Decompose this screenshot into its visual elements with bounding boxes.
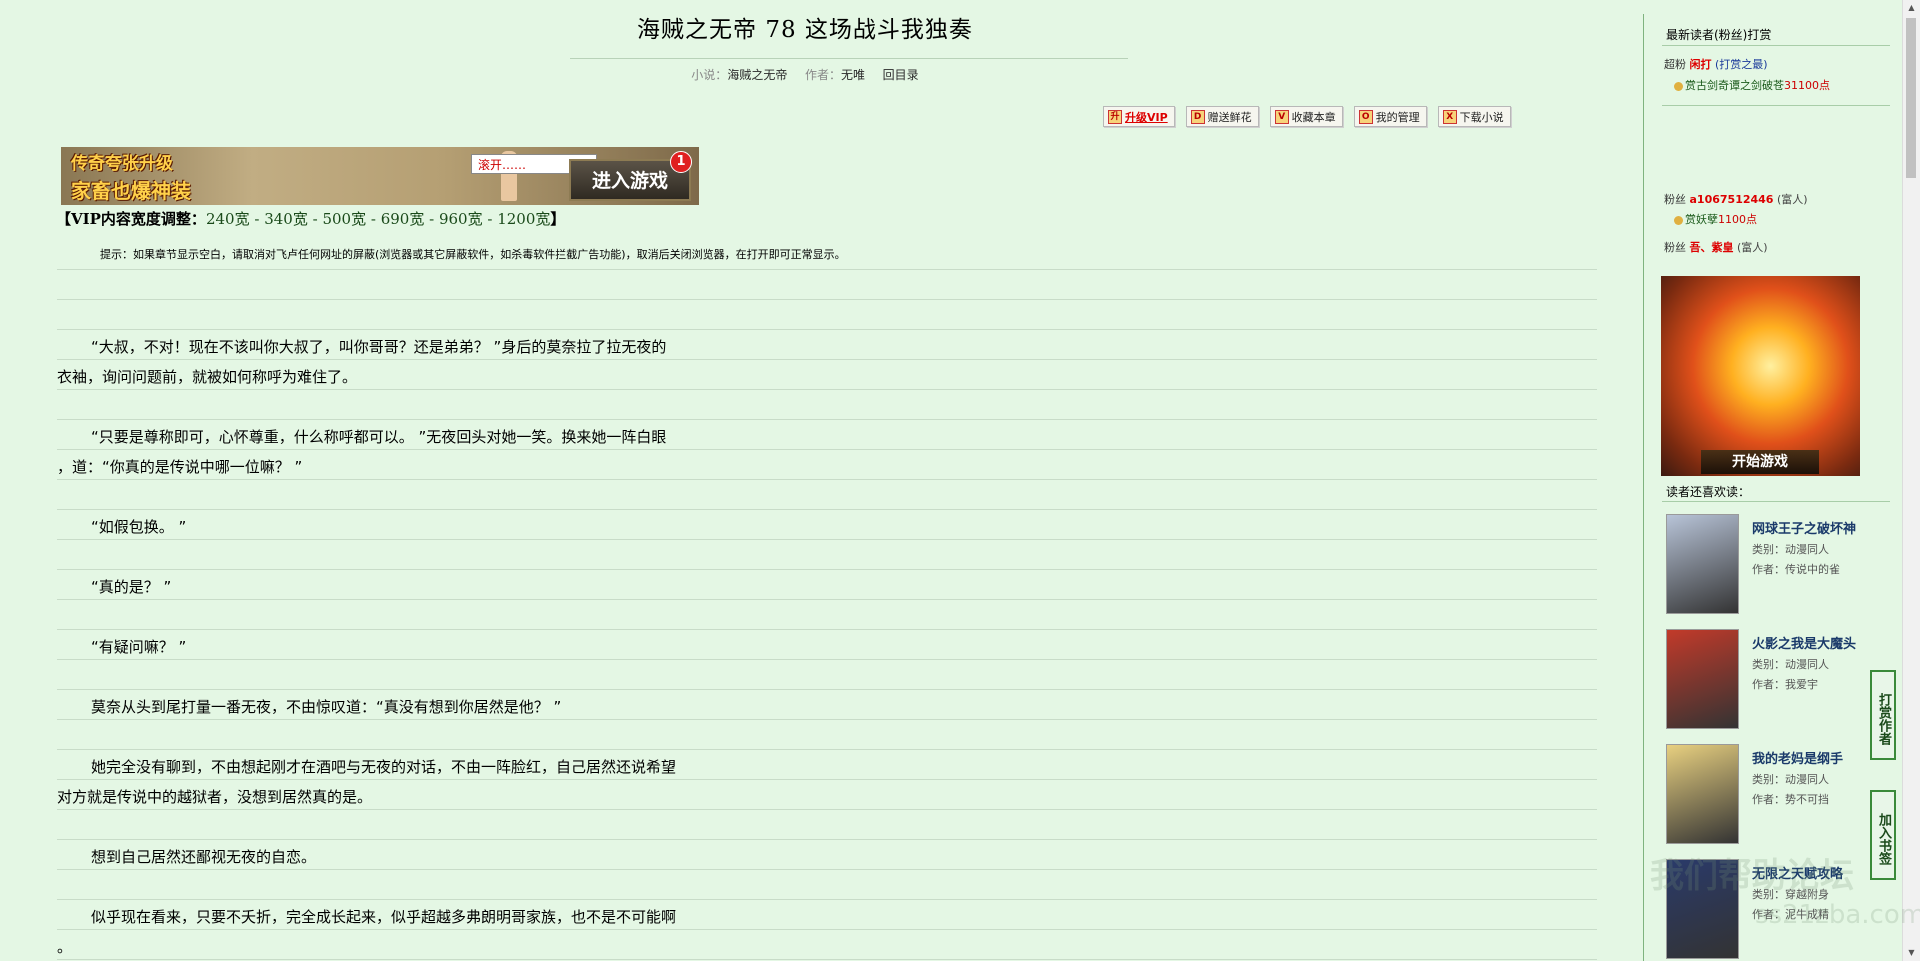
chapter-paragraph-line: 。 (57, 938, 73, 956)
fan-reward: 赏古剑奇谭之剑破苍31100点 (1674, 77, 1830, 93)
my-management-button[interactable]: O 我的管理 (1353, 106, 1427, 127)
fan-entry: 粉丝 a1067512446 (富人) (1664, 193, 1808, 206)
chapter-paragraph-line: ，道：“你真的是传说中哪一位嘛？ ” (57, 458, 303, 476)
novel-link[interactable]: 海贼之无帝 (727, 68, 787, 82)
coin-icon (1674, 215, 1683, 225)
book-category: 类别：动漫同人 (1752, 658, 1829, 671)
scrollbar-thumb[interactable] (1906, 18, 1916, 178)
author-label: 作者： (804, 68, 841, 82)
toc-link[interactable]: 回目录 (883, 68, 919, 82)
toolbar-button-label: 收藏本章 (1291, 110, 1336, 124)
book-cover-image[interactable] (1666, 514, 1739, 614)
chapter-paragraph-line: “有疑问嘛？ ” (91, 638, 187, 656)
chapter-paragraph-line: “真的是？ ” (91, 578, 172, 596)
toolbar-button-label: 下载小说 (1459, 110, 1504, 124)
chapter-toolbar: 升升级VIP D 赠送鲜花 V 收藏本章 O 我的管理 X 下载小说 (1103, 106, 1511, 127)
fan-name-link[interactable]: a1067512446 (1690, 193, 1774, 206)
width-separator: - (424, 210, 439, 228)
chapter-paragraph-line: 对方就是传说中的越狱者，没想到居然真的是。 (57, 788, 373, 806)
fan-entry: 超粉 闲打 (打赏之最) (1664, 58, 1768, 71)
chapter-paragraph-line: 想到自己居然还鄙视无夜的自恋。 (91, 848, 317, 866)
reward-author-float-button[interactable]: 打赏作者 (1870, 670, 1896, 760)
chapter-paragraph-line: 莫奈从头到尾打量一番无夜，不由惊叹道：“真没有想到你居然是他？ ” (91, 698, 562, 716)
fan-entry: 粉丝 吾、紫皇 (富人) (1664, 241, 1768, 254)
upgrade-vip-icon: 升 (1108, 109, 1122, 124)
send-flowers-icon: D (1190, 109, 1205, 124)
add-bookmark-float-button[interactable]: 加入书签 (1870, 790, 1896, 880)
chapter-paragraph-line: 衣袖，询问问题前，就被如何称呼为难住了。 (57, 368, 358, 386)
book-category: 类别：动漫同人 (1752, 543, 1829, 556)
chapter-title: 海贼之无帝 78 这场战斗我独奏 (637, 17, 973, 43)
banner-line-2: 家畜也爆神装 (71, 179, 191, 203)
width-separator: - (482, 210, 498, 228)
chapter-paragraph-line: 似乎现在看来，只要不夭折，完全成长起来，似乎超越多弗朗明哥家族，也不是不可能啊 (91, 908, 677, 926)
novel-label: 小说： (691, 68, 728, 82)
book-author: 作者：传说中的雀 (1752, 563, 1840, 576)
book-author: 作者：我爱宇 (1752, 678, 1818, 691)
toolbar-button-label: 赠送鲜花 (1207, 110, 1252, 124)
vip-width-close: 】 (550, 210, 566, 228)
sidebar-game-ad[interactable]: 开始游戏 (1661, 276, 1860, 476)
toolbar-button-label: 升级VIP (1125, 110, 1168, 124)
chapter-paragraph-line: “只要是尊称即可，心怀尊重，什么称呼都可以。 ”无夜回头对她一笑。换来她一阵白眼 (91, 428, 667, 446)
toolbar-button-label: 我的管理 (1375, 110, 1420, 124)
rewards-heading: 最新读者(粉丝)打赏 (1666, 28, 1772, 42)
forum-watermark: 我们帮助论坛 (1650, 856, 1854, 896)
book-cover-image[interactable] (1666, 629, 1739, 729)
recommended-book[interactable]: 网球王子之破坏神类别：动漫同人 作者：传说中的雀 (1666, 514, 1916, 614)
title-divider (570, 58, 1128, 59)
chapter-content: 提示：如果章节显示空白，请取消对飞卢任何网址的屏蔽(浏览器或其它屏蔽软件，如杀毒… (57, 240, 1597, 961)
banner-line-1: 传奇夸张升级 (71, 154, 173, 174)
vip-width-selector: 【VIP内容宽度调整：240宽 - 340宽 - 500宽 - 690宽 - 9… (56, 208, 565, 229)
my-management-icon: O (1358, 109, 1373, 124)
fan-name-link[interactable]: 闲打 (1690, 58, 1712, 71)
width-separator: - (366, 210, 381, 228)
width-option[interactable]: 1200宽 (497, 210, 550, 228)
author-link[interactable]: 无唯 (841, 68, 865, 82)
fan-reward: 赏妖孽1100点 (1674, 211, 1757, 227)
width-option[interactable]: 340宽 (264, 210, 308, 228)
book-category: 类别：动漫同人 (1752, 773, 1829, 786)
width-option[interactable]: 960宽 (439, 210, 483, 228)
width-option[interactable]: 240宽 (206, 210, 250, 228)
width-separator: - (249, 210, 265, 228)
bookmark-chapter-button[interactable]: V 收藏本章 (1269, 106, 1343, 127)
upgrade-vip-button[interactable]: 升升级VIP (1103, 106, 1175, 127)
vip-width-label: 【VIP内容宽度调整： (56, 210, 206, 228)
also-like-divider (1662, 501, 1890, 502)
rewards-divider (1662, 45, 1890, 46)
width-option[interactable]: 690宽 (381, 210, 425, 228)
send-flowers-button[interactable]: D 赠送鲜花 (1185, 106, 1259, 127)
book-title-link[interactable]: 我的老妈是纲手 (1752, 748, 1843, 767)
book-author: 作者：势不可挡 (1752, 793, 1829, 806)
chapter-paragraph-line: “如假包换。 ” (91, 518, 187, 536)
download-novel-button[interactable]: X 下载小说 (1437, 106, 1511, 127)
display-tip: 提示：如果章节显示空白，请取消对飞卢任何网址的屏蔽(浏览器或其它屏蔽软件，如杀毒… (100, 248, 846, 261)
width-option[interactable]: 500宽 (322, 210, 366, 228)
rewards-divider (1662, 105, 1890, 106)
bookmark-chapter-icon: V (1274, 109, 1289, 124)
download-novel-icon: X (1442, 109, 1457, 124)
scroll-up-arrow-icon[interactable]: ▲ (1903, 0, 1920, 16)
chapter-paragraph-line: “大叔，不对！现在不该叫你大叔了，叫你哥哥？还是弟弟？ ”身后的莫奈拉了拉无夜的 (91, 338, 667, 356)
forum-watermark-url: ss21zba.com (1755, 900, 1920, 930)
game-banner-ad[interactable]: 传奇夸张升级 家畜也爆神装 滚开…… 进入游戏 1 (61, 147, 699, 205)
book-title-link[interactable]: 火影之我是大魔头 (1752, 633, 1856, 652)
main-column: 海贼之无帝 78 这场战斗我独奏 小说：海贼之无帝 作者：无唯 回目录 升升级V… (0, 0, 1620, 961)
also-like-heading: 读者还喜欢读： (1666, 485, 1751, 499)
start-game-button[interactable]: 开始游戏 (1701, 450, 1819, 474)
chapter-paragraph-line: 她完全没有聊到，不由想起刚才在酒吧与无夜的对话，不由一阵脸红，自己居然还说希望 (91, 758, 677, 776)
chapter-meta: 小说：海贼之无帝 作者：无唯 回目录 (0, 66, 1610, 83)
coin-icon (1674, 81, 1683, 91)
right-sidebar: 最新读者(粉丝)打赏 超粉 闲打 (打赏之最) 赏古剑奇谭之剑破苍31100点 … (1643, 14, 1904, 961)
book-title-link[interactable]: 网球王子之破坏神 (1752, 518, 1856, 537)
notification-badge: 1 (670, 151, 692, 173)
fan-name-link[interactable]: 吾、紫皇 (1690, 241, 1734, 254)
book-cover-image[interactable] (1666, 744, 1739, 844)
width-separator: - (307, 210, 323, 228)
